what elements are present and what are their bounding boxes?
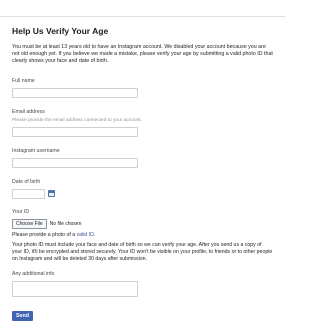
full-name-label: Full name: [12, 77, 35, 84]
provide-id-text: Please provide a photo of a valid ID.: [12, 232, 273, 238]
choose-file-button[interactable]: Choose File: [12, 218, 47, 229]
page-title: Help Us Verify Your Age: [12, 26, 109, 36]
provide-id-end: .: [93, 231, 96, 238]
dob-input[interactable]: [12, 188, 45, 199]
username-label: Instagram username: [12, 147, 60, 154]
id-note-text: Your photo ID must include your face and…: [12, 241, 273, 262]
file-upload-row: Choose File No file chosen: [12, 218, 273, 229]
top-bar: [0, 0, 285, 17]
id-label: Your ID: [12, 208, 30, 215]
dob-row: [12, 188, 273, 199]
verify-age-form: Help Us Verify Your Age You must be at l…: [0, 17, 285, 322]
email-input[interactable]: [12, 126, 138, 137]
username-input[interactable]: [12, 157, 138, 168]
provide-id-prefix: Please provide a photo of a: [12, 231, 76, 238]
email-label: Email address: [12, 108, 45, 115]
dob-label: Date of birth: [12, 178, 41, 185]
no-file-text: No file chosen: [49, 220, 82, 227]
email-help-text: Please provide the email address connect…: [12, 117, 142, 123]
send-button[interactable]: Send: [12, 310, 33, 321]
additional-info-input[interactable]: [12, 280, 138, 297]
additional-info-label: Any additional info: [12, 270, 55, 277]
calendar-icon[interactable]: [48, 190, 55, 198]
full-name-input[interactable]: [12, 87, 138, 98]
valid-id-link[interactable]: valid ID: [77, 232, 94, 238]
intro-text: You must be at least 13 years old to hav…: [12, 44, 273, 65]
